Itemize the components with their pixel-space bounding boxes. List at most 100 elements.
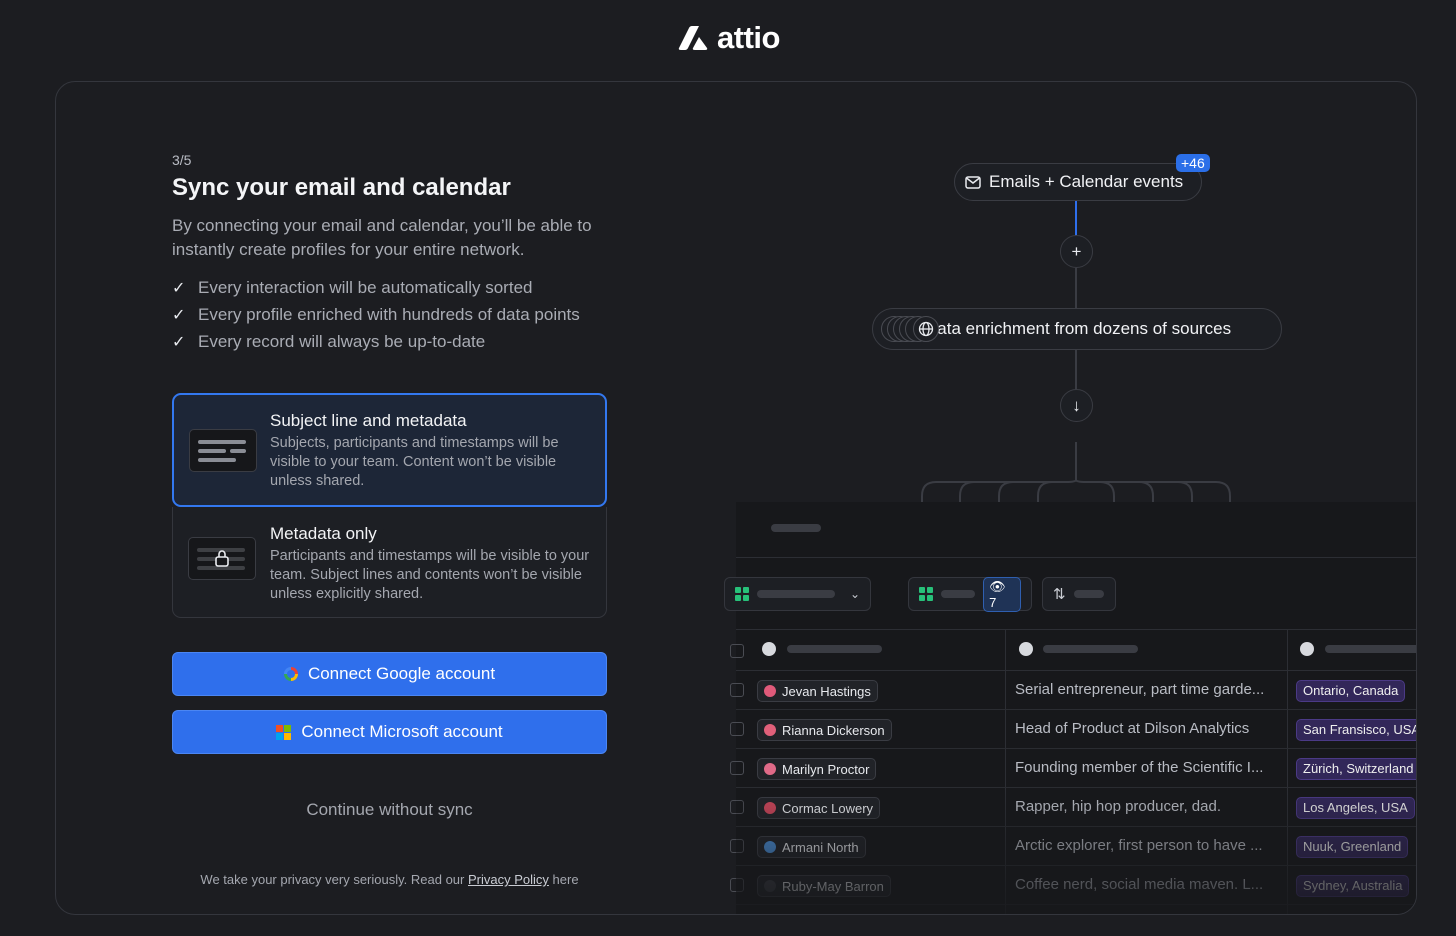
source-stack xyxy=(881,316,941,342)
location-tag: Nuuk, Greenland xyxy=(1296,836,1409,858)
connect-google-button[interactable]: Connect Google account xyxy=(172,652,607,696)
avatar xyxy=(764,763,776,775)
grid-icon xyxy=(919,587,933,601)
option-title: Subject line and metadata xyxy=(270,411,467,430)
sort-icon: ⇅ xyxy=(1053,586,1066,603)
person-chip[interactable]: Jevan Hastings xyxy=(757,680,878,702)
bio-cell: Coffee nerd, social media maven. L... xyxy=(1015,876,1264,893)
row-checkbox[interactable] xyxy=(730,683,744,697)
option-title: Metadata only xyxy=(270,524,377,543)
table-row[interactable]: Marilyn Proctor Founding member of the S… xyxy=(730,749,1416,788)
avatar xyxy=(764,802,776,814)
column-icon xyxy=(1300,642,1314,656)
connector-line xyxy=(1075,201,1077,237)
benefit-item: ✓ Every record will always be up-to-date xyxy=(172,331,486,351)
bio-cell: Serial entrepreneur, part time garde... xyxy=(1015,681,1265,698)
location-tag: Sydney, Australia xyxy=(1296,875,1410,897)
column-header xyxy=(1043,645,1138,653)
mail-icon xyxy=(965,175,981,189)
chevron-down-icon: ⌄ xyxy=(849,587,860,601)
sort-button[interactable]: ⇅ xyxy=(1042,577,1116,611)
option-metadata-only[interactable]: Metadata only Participants and timestamp… xyxy=(172,507,607,618)
sharing-options: Subject line and metadata Subjects, part… xyxy=(172,393,608,618)
person-chip[interactable]: Ruby-May Barron xyxy=(757,875,891,897)
connect-microsoft-button[interactable]: Connect Microsoft account xyxy=(172,710,607,754)
eye-icon: 👁︎ xyxy=(989,578,1006,594)
arrow-down-icon: ↓ xyxy=(1060,389,1093,422)
placeholder-bar xyxy=(1073,590,1104,598)
step-indicator: 3/5 xyxy=(172,152,192,168)
divider xyxy=(736,557,1416,558)
table-row[interactable]: Jevan Hastings Serial entrepreneur, part… xyxy=(730,671,1416,710)
check-icon: ✓ xyxy=(172,306,186,324)
person-chip[interactable]: Marilyn Proctor xyxy=(757,758,877,780)
option-description: Subjects, participants and timestamps wi… xyxy=(270,435,559,489)
view-options[interactable]: 👁︎ 7 xyxy=(908,576,1032,612)
onboarding-card: 3/5 Sync your email and calendar By conn… xyxy=(55,81,1417,915)
table-row[interactable]: Rianna Dickerson Head of Product at Dils… xyxy=(730,710,1416,749)
table-row[interactable]: Ruby-May Barron Coffee nerd, social medi… xyxy=(730,866,1416,905)
google-icon xyxy=(283,667,298,681)
row-checkbox[interactable] xyxy=(730,722,744,736)
row-checkbox[interactable] xyxy=(730,839,744,853)
branch-connectors xyxy=(921,442,1231,502)
row-checkbox[interactable] xyxy=(730,761,744,775)
check-icon: ✓ xyxy=(172,279,186,297)
plus-icon: + xyxy=(1060,235,1093,268)
bio-cell: Founding member of the Scientific I... xyxy=(1015,759,1264,776)
row-checkbox[interactable] xyxy=(730,878,744,892)
select-all-checkbox[interactable] xyxy=(730,644,744,658)
person-chip[interactable]: Armani North xyxy=(757,836,866,858)
text-lines-icon xyxy=(189,429,257,472)
count-badge: +46 xyxy=(1176,154,1210,172)
benefit-item: ✓ Every interaction will be automatically… xyxy=(172,277,533,297)
column-header xyxy=(1325,645,1416,653)
location-tag: Zürich, Switzerland xyxy=(1296,758,1416,780)
page-description: By connecting your email and calendar, y… xyxy=(172,216,592,259)
person-chip[interactable]: Cormac Lowery xyxy=(757,797,881,819)
connector-line xyxy=(1075,350,1077,390)
column-icon xyxy=(762,642,776,656)
column-header xyxy=(787,645,882,653)
avatar xyxy=(764,685,776,697)
view-selector[interactable]: ⌄ xyxy=(724,577,871,611)
placeholder-bar xyxy=(771,524,821,532)
placeholder-bar xyxy=(941,590,976,598)
avatar xyxy=(764,880,776,892)
bio-cell: Head of Product at Dilson Analytics xyxy=(1015,720,1250,737)
brand-name: attio xyxy=(717,20,780,55)
records-preview: ⌄ 👁︎ 7 ⇅ Jevan Hastings Serial entrepren… xyxy=(724,502,1416,914)
data-enrichment-pill: Data enrichment from dozens of sources xyxy=(872,308,1282,350)
placeholder-bar xyxy=(757,590,835,598)
bio-cell: Rapper, hip hop producer, dad. xyxy=(1015,798,1221,815)
column-icon xyxy=(1019,642,1033,656)
option-description: Participants and timestamps will be visi… xyxy=(270,548,590,602)
microsoft-icon xyxy=(276,724,292,740)
connector-line xyxy=(1075,268,1077,308)
divider xyxy=(736,629,1416,630)
grid-icon xyxy=(735,587,749,601)
attio-logo: attio xyxy=(677,20,780,56)
location-tag: Ontario, Canada xyxy=(1296,680,1406,702)
location-tag: San Fransisco, USA xyxy=(1296,719,1416,741)
page-title: Sync your email and calendar xyxy=(172,174,511,201)
visible-count-badge: 👁︎ 7 xyxy=(983,576,1021,612)
sync-panel: 3/5 Sync your email and calendar By conn… xyxy=(172,152,608,887)
privacy-policy-link[interactable]: Privacy Policy xyxy=(468,872,549,887)
attio-logo-icon xyxy=(678,26,708,50)
row-checkbox[interactable] xyxy=(730,800,744,814)
lock-icon xyxy=(188,537,256,580)
globe-icon xyxy=(918,321,934,337)
table-row[interactable]: Cormac Lowery Rapper, hip hop producer, … xyxy=(730,788,1416,827)
emails-calendar-pill: Emails + Calendar events xyxy=(954,163,1203,201)
table-row[interactable]: Armani North Arctic explorer, first pers… xyxy=(730,827,1416,866)
location-tag: Los Angeles, USA xyxy=(1296,797,1415,819)
person-chip[interactable]: Rianna Dickerson xyxy=(757,719,892,741)
bio-cell: Arctic explorer, first person to have ..… xyxy=(1015,837,1263,854)
option-subject-metadata[interactable]: Subject line and metadata Subjects, part… xyxy=(172,393,607,507)
check-icon: ✓ xyxy=(172,333,186,351)
continue-without-sync-link[interactable]: Continue without sync xyxy=(172,800,607,820)
avatar xyxy=(764,724,776,736)
privacy-notice: We take your privacy very seriously. Rea… xyxy=(200,872,579,887)
sync-illustration: Emails + Calendar events +46 + Data enri… xyxy=(724,82,1416,914)
